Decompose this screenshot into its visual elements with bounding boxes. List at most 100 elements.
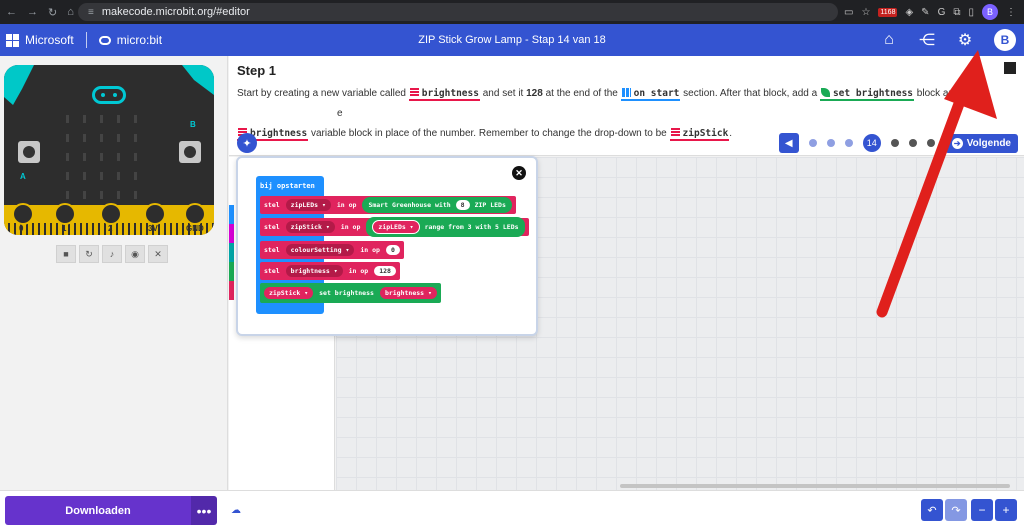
close-icon[interactable]: ✕ xyxy=(512,166,526,180)
pin-label: 2 xyxy=(108,224,113,233)
browser-profile-avatar[interactable]: B xyxy=(982,4,998,20)
home-icon[interactable]: ⌂ xyxy=(880,31,898,49)
bookmark-star-icon[interactable]: ☆ xyxy=(861,7,870,18)
settings-gear-icon[interactable]: ⚙ xyxy=(956,30,974,50)
brand-microbit: micro:bit xyxy=(116,33,163,47)
forward-icon[interactable]: → xyxy=(27,6,38,19)
step-dot[interactable] xyxy=(890,139,899,147)
toolbox-category[interactable] xyxy=(229,262,234,281)
simulator-controls: ■ ↻ ♪ ◉ ✕ xyxy=(56,245,168,263)
pin-label: GND xyxy=(186,224,204,233)
screenshot-icon[interactable]: ◉ xyxy=(125,245,145,263)
current-step-indicator: 14 xyxy=(862,134,881,152)
zoom-group: − + xyxy=(971,499,1017,521)
editor-toolbar: Downloaden ••• ☁ ↶ ↷ − + xyxy=(0,490,1024,525)
pin-0[interactable] xyxy=(12,203,34,225)
step-dot[interactable] xyxy=(826,139,835,147)
inline-block-zipstick: zipStick xyxy=(669,128,730,141)
puzzle-icon[interactable]: ⧉ xyxy=(953,7,960,18)
set-variable-block: stel brightness ▾ in op 128 xyxy=(260,262,400,280)
user-avatar[interactable]: B xyxy=(994,29,1016,51)
step-dot[interactable] xyxy=(908,139,917,147)
step-dot[interactable] xyxy=(926,139,935,147)
address-text: makecode.microbit.org/#editor xyxy=(101,6,250,18)
simulator-panel: A B 0 1 2 3V GND ■ ↻ ♪ ◉ ✕ xyxy=(0,56,228,490)
step-dot[interactable] xyxy=(844,139,853,147)
sidebar-icon[interactable]: ▯ xyxy=(968,7,974,18)
next-arrow-icon: ➔ xyxy=(951,137,963,149)
download-menu-button[interactable]: ••• xyxy=(191,496,217,525)
tutorial-panel: Step 1 Start by creating a new variable … xyxy=(229,56,1024,156)
pin-label: 0 xyxy=(19,224,24,233)
toolbox-category[interactable] xyxy=(229,281,234,300)
undo-icon[interactable]: ↶ xyxy=(921,499,943,521)
pin-2[interactable] xyxy=(100,203,122,225)
lightbulb-icon[interactable]: ✦ xyxy=(237,133,257,153)
address-bar[interactable]: ≡ makecode.microbit.org/#editor xyxy=(78,3,838,21)
step-title: Step 1 xyxy=(237,63,277,78)
extension-badge[interactable]: 1168 xyxy=(878,7,898,17)
inline-block-on-start: on start xyxy=(620,88,681,101)
pin-gnd xyxy=(184,203,206,225)
button-b[interactable] xyxy=(179,141,201,163)
fullscreen-icon[interactable]: ✕ xyxy=(148,245,168,263)
next-step-button[interactable]: ➔ Volgende xyxy=(944,133,1018,153)
zoom-in-icon[interactable]: + xyxy=(995,499,1017,521)
set-brightness-block: zipStick ▾ set brightness brightness ▾ xyxy=(260,283,441,303)
on-start-label: bij opstarten xyxy=(260,182,315,190)
browser-extensions: ▭ ☆ 1168 ◈ ✎ G ⧉ ▯ B ⋮ xyxy=(844,4,1024,20)
step-navigation: ◀ 14 ➔ Volgende xyxy=(778,133,1018,153)
inline-block-set-brightness: set brightness xyxy=(819,88,915,101)
toolbox-category[interactable] xyxy=(229,243,234,262)
set-variable-block: stel colourSetting ▾ in op 0 xyxy=(260,241,404,259)
site-info-icon[interactable]: ≡ xyxy=(88,7,94,18)
reload-icon[interactable]: ↻ xyxy=(48,6,57,19)
button-a[interactable] xyxy=(18,141,40,163)
board-decoration xyxy=(4,65,34,105)
menu-kebab-icon[interactable]: ⋮ xyxy=(1006,7,1016,18)
pin-label: 3V xyxy=(148,224,158,233)
extension-icon[interactable]: ✎ xyxy=(921,7,929,18)
led-matrix xyxy=(66,115,138,199)
home-browser-icon[interactable]: ⌂ xyxy=(67,6,74,19)
toolbox-category[interactable] xyxy=(229,205,234,224)
header-actions: ⌂ ⋲ ⚙ B xyxy=(880,29,1024,51)
brand[interactable]: Microsoft micro:bit xyxy=(0,32,162,48)
browser-nav: ← → ↻ ⌂ xyxy=(0,6,74,19)
zoom-out-icon[interactable]: − xyxy=(971,499,993,521)
microsoft-logo-icon xyxy=(6,33,19,47)
hint-popup: ✕ bij opstarten stel zipLEDs ▾ in op Smart… xyxy=(236,156,538,336)
board-decoration xyxy=(182,65,214,95)
stop-icon[interactable]: ■ xyxy=(56,245,76,263)
set-variable-block: stel zipLEDs ▾ in op Smart Greenhouse with… xyxy=(260,196,516,214)
mute-icon[interactable]: ♪ xyxy=(102,245,122,263)
browser-toolbar: ← → ↻ ⌂ ≡ makecode.microbit.org/#editor … xyxy=(0,0,1024,24)
step-dot[interactable] xyxy=(808,139,817,147)
button-a-label: A xyxy=(20,172,26,181)
redo-icon[interactable]: ↷ xyxy=(945,499,967,521)
brand-microsoft: Microsoft xyxy=(25,33,74,47)
previous-step-button[interactable]: ◀ xyxy=(778,133,799,153)
pin-1[interactable] xyxy=(54,203,76,225)
pin-3v xyxy=(144,203,166,225)
app-header: Microsoft micro:bit ZIP Stick Grow Lamp … xyxy=(0,24,1024,56)
extension-icon[interactable]: G xyxy=(938,7,946,18)
button-b-label: B xyxy=(190,120,196,129)
microbit-logo-icon xyxy=(98,35,111,45)
immersive-reader-icon[interactable] xyxy=(1004,62,1016,74)
undo-redo-group: ↶ ↷ xyxy=(921,499,967,521)
toolbox-category[interactable] xyxy=(229,224,234,243)
cloud-icon[interactable]: ☁ xyxy=(231,505,241,516)
share-icon[interactable]: ⋲ xyxy=(918,30,936,50)
download-button[interactable]: Downloaden xyxy=(5,496,191,525)
cast-icon[interactable]: ▭ xyxy=(844,7,853,18)
logo-touch-icon[interactable] xyxy=(92,86,126,104)
back-icon[interactable]: ← xyxy=(6,6,17,19)
restart-icon[interactable]: ↻ xyxy=(79,245,99,263)
workspace-scrollbar[interactable] xyxy=(620,484,1010,488)
inline-block-brightness: brightness xyxy=(408,88,480,101)
brand-divider xyxy=(85,32,87,48)
microbit-simulator[interactable]: A B 0 1 2 3V GND xyxy=(4,65,214,235)
pin-label: 1 xyxy=(62,224,67,233)
extension-icon[interactable]: ◈ xyxy=(905,7,913,18)
